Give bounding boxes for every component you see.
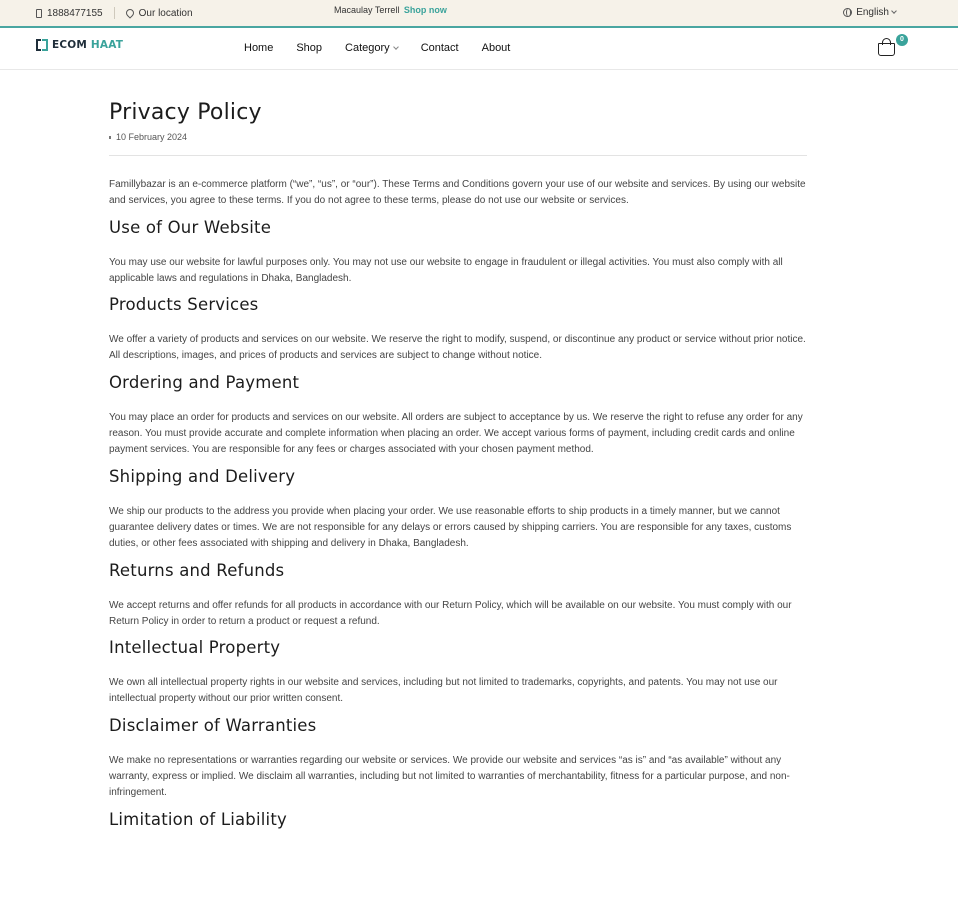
section-heading: Products Services: [109, 295, 259, 315]
phone-icon: [36, 8, 42, 18]
phone-number: 1888477155: [47, 7, 103, 19]
policy-content: Privacy Policy 10 February 2024 Famillyb…: [109, 100, 807, 829]
top-bar: 1888477155 Our location Macaulay Terrell…: [0, 0, 958, 28]
nav-item-home[interactable]: Home: [244, 42, 273, 54]
language-selector[interactable]: English: [843, 7, 897, 18]
publish-date: 10 February 2024: [109, 132, 807, 142]
logo-icon: [36, 39, 48, 51]
section-heading: Returns and Refunds: [109, 560, 285, 580]
chevron-down-icon: [392, 44, 399, 50]
language-label: English: [856, 7, 889, 18]
phone-link[interactable]: 1888477155: [36, 8, 103, 19]
section-paragraph: We offer a variety of products and servi…: [109, 334, 806, 362]
section-paragraph: We make no representations or warranties…: [109, 754, 790, 799]
section-heading: Disclaimer of Warranties: [109, 715, 317, 735]
nav-item-about[interactable]: About: [482, 42, 511, 54]
section-heading: Limitation of Liability: [109, 809, 287, 829]
section-paragraph: We accept returns and offer refunds for …: [109, 599, 792, 627]
location-label: Our location: [138, 7, 193, 19]
location-pin-icon: [123, 7, 136, 19]
nav-item-category[interactable]: Category: [345, 42, 399, 54]
globe-icon: [843, 8, 853, 17]
logo-text-right: HAAT: [90, 39, 124, 51]
promo-text: Macaulay Terrell: [334, 5, 400, 15]
site-logo[interactable]: ECOM HAAT: [36, 39, 123, 51]
nav-item-shop[interactable]: Shop: [296, 42, 322, 54]
section-heading: Intellectual Property: [109, 638, 281, 658]
contact-info: 1888477155 Our location: [36, 7, 193, 19]
promo-banner: Macaulay Terrell Shop now: [334, 5, 447, 15]
section-heading: Ordering and Payment: [109, 372, 300, 392]
cart-count-badge: 0: [896, 34, 908, 46]
nav-menu: Home Shop Category Contact About: [244, 42, 533, 54]
date-text: 10 February 2024: [116, 132, 188, 142]
divider: [113, 7, 115, 19]
section-paragraph: We ship our products to the address you …: [109, 505, 792, 550]
intro-paragraph: Famillybazar is an e-commerce platform (…: [109, 179, 806, 207]
section-heading: Shipping and Delivery: [109, 466, 296, 486]
logo-text-left: ECOM: [52, 39, 88, 51]
page-title: Privacy Policy: [109, 100, 262, 125]
nav-item-category-label: Category: [345, 42, 390, 54]
title-divider: [109, 155, 807, 156]
shop-now-link[interactable]: Shop now: [404, 5, 447, 15]
main-navbar: ECOM HAAT Home Shop Category Contact Abo…: [0, 28, 958, 70]
section-paragraph: You may use our website for lawful purpo…: [109, 256, 783, 284]
date-bullet: [109, 135, 111, 139]
section-paragraph: We own all intellectual property rights …: [109, 677, 778, 705]
nav-item-contact[interactable]: Contact: [421, 42, 459, 54]
section-heading: Use of Our Website: [109, 217, 272, 237]
chevron-down-icon: [891, 8, 897, 14]
location-link[interactable]: Our location: [123, 7, 193, 19]
section-paragraph: You may place an order for products and …: [109, 411, 803, 456]
